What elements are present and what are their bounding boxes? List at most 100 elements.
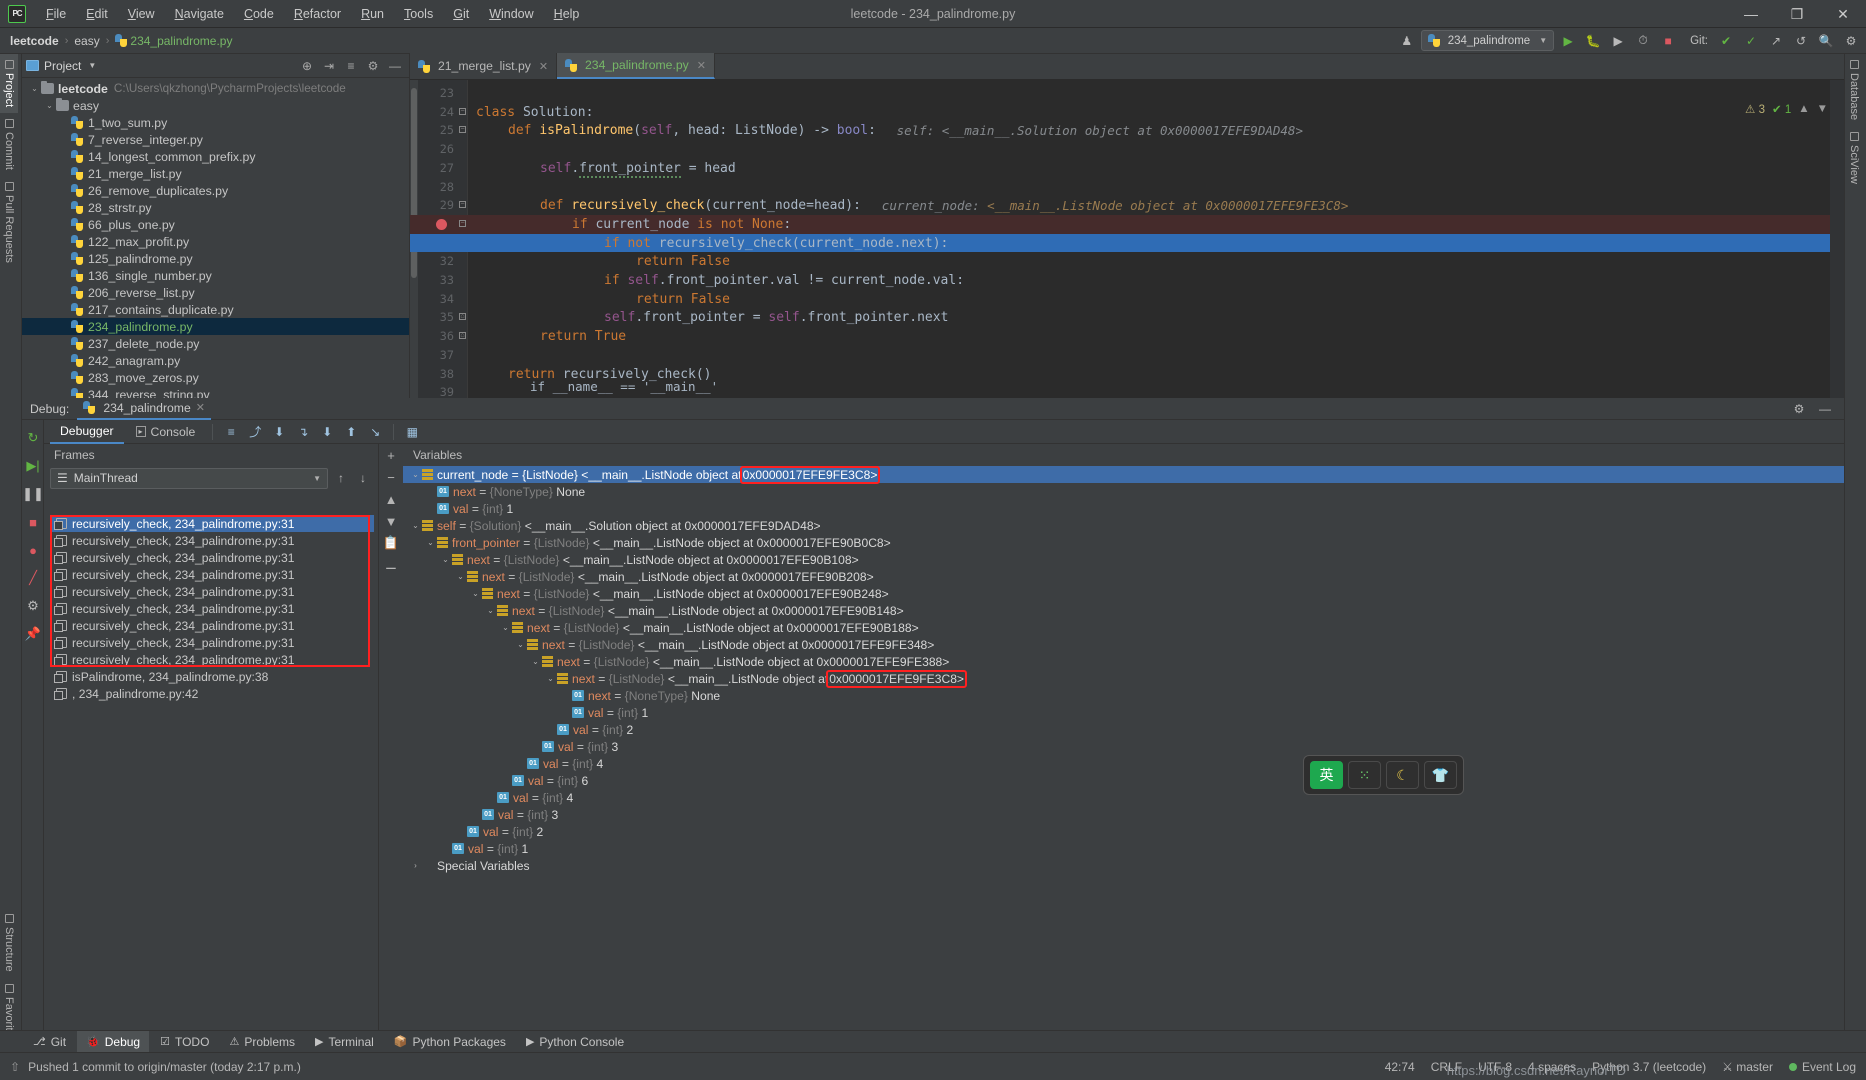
tree-item-125_palindrome-py[interactable]: 125_palindrome.py [22,250,409,267]
tree-item-122_max_profit-py[interactable]: 122_max_profit.py [22,233,409,250]
code-line-26[interactable] [468,140,1830,159]
mute-breakpoints-icon[interactable]: ╱ [22,564,44,592]
close-icon[interactable]: ✕ [539,60,548,73]
menu-run[interactable]: Run [351,2,394,26]
inline-watch-icon[interactable]: ⚊ [379,554,403,576]
step-into-my-code-icon[interactable]: ⬇ [316,421,338,443]
variable-row[interactable]: ⌄ current_node = {ListNode} <__main__.Lis… [403,466,1844,484]
project-panel-title[interactable]: Project ▼ [26,59,96,73]
tree-item-14_longest_common_prefix-py[interactable]: 14_longest_common_prefix.py [22,148,409,165]
stop-button[interactable]: ■ [1657,30,1679,52]
variable-row[interactable]: 01 val = {int} 1 [403,704,1844,721]
tree-item-1_two_sum-py[interactable]: 1_two_sum.py [22,114,409,131]
menu-edit[interactable]: Edit [76,2,118,26]
frame-up-button[interactable]: ↑ [332,468,350,488]
step-into-icon[interactable]: ⬇ [268,421,290,443]
bottom-tab-python-console[interactable]: ▶ Python Console [517,1031,633,1053]
force-step-into-icon[interactable]: ↴ [292,421,314,443]
move-down-icon[interactable]: ▼ [379,510,403,532]
chevron-up-icon[interactable]: ▲ [1798,103,1809,115]
twisty-icon[interactable]: ⌄ [43,101,56,110]
bottom-tab-todo[interactable]: ☑ TODO [151,1031,218,1053]
event-log[interactable]: Event Log [1788,1060,1856,1074]
close-button[interactable]: ✕ [1820,0,1866,28]
twisty-icon[interactable]: ⌄ [529,657,542,666]
frame-row[interactable]: recursively_check, 234_palindrome.py:31 [50,532,374,549]
menu-refactor[interactable]: Refactor [284,2,351,26]
variable-row[interactable]: ⌄ next = {ListNode} <__main__.ListNode ob… [403,669,1844,688]
pin-icon[interactable]: 📌 [22,620,44,648]
stop-icon[interactable]: ■ [22,508,44,536]
twisty-icon[interactable]: ⌄ [514,640,527,649]
chevron-down-icon[interactable]: ▼ [1817,103,1828,115]
menu-code[interactable]: Code [234,2,284,26]
fold-marker-icon[interactable]: ⌂ [459,313,466,321]
menu-tools[interactable]: Tools [394,2,443,26]
tree-item-237_delete_node-py[interactable]: 237_delete_node.py [22,335,409,352]
menu-window[interactable]: Window [479,2,543,26]
variable-row[interactable]: › Special Variables [403,857,1844,874]
menu-view[interactable]: View [118,2,165,26]
tree-item-206_reverse_list-py[interactable]: 206_reverse_list.py [22,284,409,301]
caret-position[interactable]: 42:74 [1385,1060,1415,1074]
tree-item-136_single_number-py[interactable]: 136_single_number.py [22,267,409,284]
variable-row[interactable]: 01 val = {int} 3 [403,806,1844,823]
tree-item-leetcode[interactable]: ⌄ leetcode C:\Users\qkzhong\PycharmProject… [22,80,409,97]
bottom-tab-git[interactable]: ⎇ Git [24,1031,75,1053]
variable-row[interactable]: ⌄ next = {ListNode} <__main__.ListNode ob… [403,619,1844,636]
settings-gear-icon[interactable]: ⚙ [1788,398,1810,420]
menu-file[interactable]: File [36,2,76,26]
run-button[interactable]: ▶ [1557,30,1579,52]
variable-row[interactable]: 01 val = {int} 1 [403,840,1844,857]
variable-row[interactable]: ⌄ next = {ListNode} <__main__.ListNode ob… [403,551,1844,568]
frame-down-button[interactable]: ↓ [354,468,372,488]
twisty-icon[interactable]: ⌄ [484,606,497,615]
frame-row[interactable]: recursively_check, 234_palindrome.py:31 [50,566,374,583]
minimize-button[interactable]: — [1728,0,1774,28]
user-icon[interactable]: ♟ [1396,30,1418,52]
tree-item-66_plus_one-py[interactable]: 66_plus_one.py [22,216,409,233]
expand-icon[interactable]: ≡ [341,56,361,76]
frame-row[interactable]: recursively_check, 234_palindrome.py:31 [50,651,374,668]
tool-tab-sciview[interactable]: SciView [1845,126,1863,190]
settings-gear-icon[interactable]: ⚙ [363,56,383,76]
pause-icon[interactable]: ❚❚ [22,480,44,508]
tool-tab-project[interactable]: Project [0,54,18,114]
code-viewport[interactable]: 23 24 class Solution: −25 def isPalindrome(s… [410,80,1844,398]
tool-tab-commit[interactable]: Commit [0,113,18,176]
debug-tab-console[interactable]: ▸ Console [126,420,206,444]
variable-row[interactable]: 01 val = {int} 1 [403,500,1844,517]
variable-row[interactable]: ⌄ next = {ListNode} <__main__.ListNode ob… [403,602,1844,619]
bottom-tab-terminal[interactable]: ▶ Terminal [306,1031,383,1053]
maximize-button[interactable]: ❐ [1774,0,1820,28]
frames-list[interactable]: recursively_check, 234_palindrome.py:31 r… [50,515,374,1048]
twisty-icon[interactable]: ⌄ [409,470,422,479]
twisty-icon[interactable]: ⌄ [544,674,557,683]
hide-panel-button[interactable]: — [1814,398,1836,420]
twisty-icon[interactable]: ⌄ [454,572,467,581]
fold-marker-icon[interactable]: − [459,219,466,227]
debug-tab-debugger[interactable]: Debugger [50,420,124,444]
breadcrumb-item-0[interactable]: leetcode [10,34,59,48]
breadcrumb-item-2[interactable]: 234_palindrome.py [115,33,232,48]
bottom-tab-python-packages[interactable]: 📦 Python Packages [385,1031,515,1053]
hide-icon[interactable]: — [385,56,405,76]
settings-gear-icon[interactable]: ⚙ [22,592,44,620]
locate-icon[interactable]: ⊕ [297,56,317,76]
tree-item-26_remove_duplicates-py[interactable]: 26_remove_duplicates.py [22,182,409,199]
debug-session-tab[interactable]: 234_palindrome ✕ [77,398,211,420]
tool-tab-pull-requests[interactable]: Pull Requests [0,176,18,269]
fold-marker-icon[interactable]: − [459,126,466,134]
git-rollback-icon[interactable]: ↺ [1790,30,1812,52]
variable-row[interactable]: ⌄ front_pointer = {ListNode} <__main__.Li… [403,534,1844,551]
variable-row[interactable]: 01 val = {int} 4 [403,789,1844,806]
ime-skin-key[interactable]: 👕 [1423,761,1457,789]
code-line-28[interactable] [468,178,1830,197]
code-line-37[interactable] [468,346,1830,365]
resume-icon[interactable]: ▶| [22,452,44,480]
run-configuration-selector[interactable]: 234_palindrome ▼ [1420,30,1555,51]
variables-tree[interactable]: ⌄ current_node = {ListNode} <__main__.Lis… [403,466,1844,1052]
tree-item-28_strstr-py[interactable]: 28_strstr.py [22,199,409,216]
frame-row[interactable]: recursively_check, 234_palindrome.py:31 [50,634,374,651]
branch-indicator[interactable]: ⚔ master [1722,1060,1773,1074]
